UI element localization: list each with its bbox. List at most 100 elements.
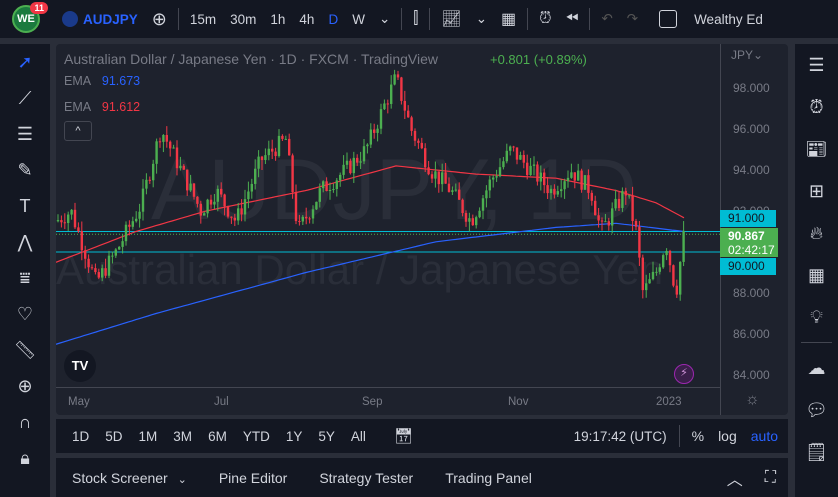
pattern-icon[interactable]: ⋀	[0, 224, 50, 260]
cursor-icon[interactable]: ➚	[0, 44, 50, 80]
calendar-icon[interactable]: ▦	[795, 254, 838, 296]
range-1m[interactable]: 1M	[131, 429, 166, 444]
time-axis[interactable]: May Jul Sep Nov 2023	[56, 387, 720, 415]
bottom-range-bar: 1D 5D 1M 3M 6M YTD 1Y 5Y All 📅︎ 19:17:42 (UTC) %…	[56, 419, 788, 453]
candle-body	[288, 138, 291, 156]
indicators-chevron-icon[interactable]: ⌄	[469, 11, 494, 27]
candle-body	[638, 226, 641, 258]
candle-body	[597, 215, 600, 221]
tradingview-logo[interactable]: TV	[64, 350, 96, 382]
fib-icon[interactable]: ☰	[0, 116, 50, 152]
hotlists-fire-icon[interactable]: 🔥︎	[795, 212, 838, 254]
range-5y[interactable]: 5Y	[310, 429, 343, 444]
expand-panel-icon[interactable]: ︿	[727, 466, 743, 490]
indicators-icon[interactable]: 📈︎	[434, 9, 468, 29]
prediction-icon[interactable]: ⩸	[0, 260, 50, 296]
ideas-bulb-icon[interactable]: 💡︎	[795, 296, 838, 338]
notes-icon[interactable]: 🗒︎	[795, 431, 838, 473]
text-icon[interactable]: T	[0, 188, 50, 224]
candle-body	[464, 213, 468, 222]
trend-line-icon[interactable]: ⟋	[0, 80, 50, 116]
range-5d[interactable]: 5D	[97, 429, 130, 444]
candle-body	[206, 199, 209, 214]
candle-body	[573, 172, 576, 181]
lightning-icon[interactable]: ⚡︎	[674, 364, 694, 384]
ema-legend-1[interactable]: EMA 91.673	[64, 74, 140, 88]
clock[interactable]: 19:17:42 (UTC)	[574, 429, 667, 444]
price-chart[interactable]: AUDJPY, 1D Australian Dollar / Japanese Y…	[56, 44, 720, 387]
auto-toggle[interactable]: auto	[751, 428, 778, 444]
alerts-clock-icon[interactable]: ⏰︎	[795, 86, 838, 128]
range-ytd[interactable]: YTD	[235, 429, 278, 444]
replay-icon[interactable]: ⏪︎	[559, 10, 586, 28]
lock-icon[interactable]: 🔒︎	[0, 440, 50, 476]
candle-body	[107, 255, 111, 276]
interval-d[interactable]: D	[321, 12, 345, 27]
range-1d[interactable]: 1D	[64, 429, 97, 444]
log-toggle[interactable]: log	[718, 428, 737, 444]
candle-body	[594, 200, 597, 216]
compare-plus-icon[interactable]: ⊕	[145, 9, 174, 30]
drawing-toolbar: ➚ ⟋ ☰ ✎ T ⋀ ⩸ ♡ 📏︎ ⊕ ∩ 🔒︎	[0, 44, 50, 497]
candle-body	[607, 221, 610, 226]
candle-body	[481, 198, 485, 211]
candle-body	[400, 77, 403, 101]
tab-trading-panel[interactable]: Trading Panel	[429, 470, 548, 486]
candle-body	[522, 154, 525, 163]
interval-w[interactable]: W	[345, 12, 372, 27]
date-range-calendar-icon[interactable]: 📅︎	[394, 427, 413, 445]
chat-cloud-icon[interactable]: ☁	[795, 347, 838, 389]
candle-body	[77, 227, 80, 232]
maximize-icon[interactable]: ⛶	[765, 469, 776, 487]
candle-body	[339, 174, 342, 181]
interval-1h[interactable]: 1h	[263, 12, 292, 27]
candle-body	[485, 190, 488, 199]
ruler-icon[interactable]: 📏︎	[0, 332, 50, 368]
fullscreen-box-icon[interactable]	[659, 10, 678, 28]
layout-grid-icon[interactable]: ▦	[494, 9, 523, 29]
add-list-icon[interactable]: ⊞	[795, 170, 838, 212]
interval-30m[interactable]: 30m	[223, 12, 263, 27]
redo-icon[interactable]: ↷	[620, 11, 645, 27]
user-avatar[interactable]: WE 11	[12, 2, 48, 33]
alert-clock-icon[interactable]: ⏰︎	[532, 10, 558, 28]
candle-body	[682, 230, 685, 262]
interval-15m[interactable]: 15m	[183, 12, 223, 27]
candle-body	[556, 191, 559, 195]
range-all[interactable]: All	[343, 429, 374, 444]
candle-body	[274, 151, 277, 157]
favorites-heart-icon[interactable]: ♡	[0, 296, 50, 332]
percent-toggle[interactable]: %	[692, 428, 704, 444]
tab-stock-screener[interactable]: Stock Screener ⌄	[56, 470, 203, 486]
settings-gear-icon[interactable]: ☼	[745, 391, 760, 409]
candle-body	[434, 171, 437, 179]
candle-body	[135, 218, 138, 222]
magnet-icon[interactable]: ∩	[0, 404, 50, 440]
candle-body	[441, 172, 444, 185]
collapse-legend-button[interactable]: ^	[64, 121, 92, 141]
interval-4h[interactable]: 4h	[292, 12, 321, 27]
range-3m[interactable]: 3M	[165, 429, 200, 444]
candle-body	[104, 268, 107, 276]
candle-body	[118, 246, 121, 250]
ema-legend-2[interactable]: EMA 91.612	[64, 100, 140, 114]
zoom-icon[interactable]: ⊕	[0, 368, 50, 404]
chats-icon[interactable]: 💬︎	[795, 389, 838, 431]
layout-name[interactable]: Wealthy Ed	[687, 12, 770, 27]
symbol-search[interactable]: AUDJPY	[78, 12, 145, 27]
candles-icon[interactable]: ⫿	[406, 10, 425, 28]
interval-chevron-icon[interactable]: ⌄	[372, 11, 397, 27]
brush-icon[interactable]: ✎	[0, 152, 50, 188]
chart-pane[interactable]: AUDJPY, 1D Australian Dollar / Japanese Y…	[56, 44, 788, 415]
currency-label[interactable]: JPY⌄	[731, 48, 763, 62]
price-label: 98.000	[733, 81, 770, 95]
undo-icon[interactable]: ↶	[594, 11, 619, 27]
news-icon[interactable]: 📰︎	[795, 128, 838, 170]
range-6m[interactable]: 6M	[200, 429, 235, 444]
last-price-badge: 90.867 02:42:17	[720, 228, 778, 257]
tab-pine-editor[interactable]: Pine Editor	[203, 470, 303, 486]
candle-body	[651, 271, 655, 280]
watchlist-icon[interactable]: ☰	[795, 44, 838, 86]
range-1y[interactable]: 1Y	[278, 429, 311, 444]
tab-strategy-tester[interactable]: Strategy Tester	[303, 470, 429, 486]
